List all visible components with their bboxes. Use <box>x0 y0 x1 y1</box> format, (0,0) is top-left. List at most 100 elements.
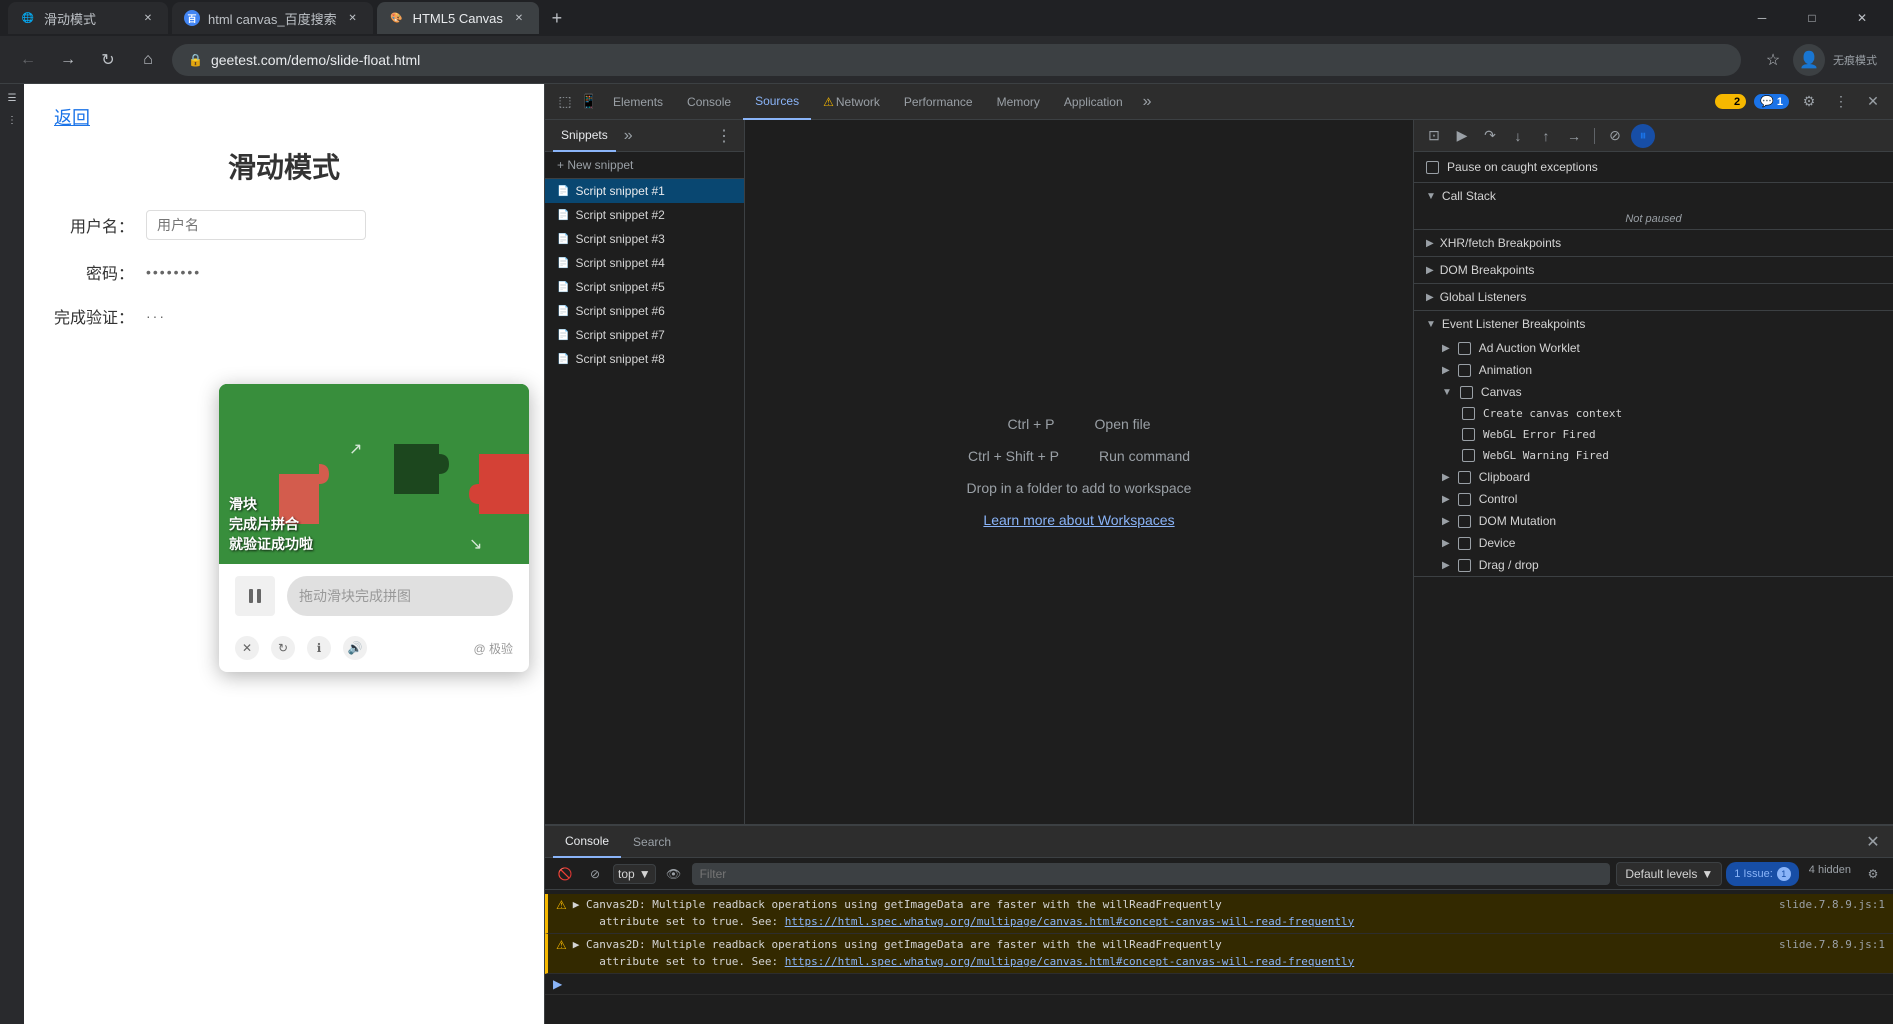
console-filter-input[interactable] <box>692 863 1611 885</box>
info-badge[interactable]: 💬 1 <box>1754 94 1789 109</box>
event-item-animation[interactable]: ▶ Animation <box>1414 359 1893 381</box>
captcha-widget[interactable]: ↗ ↘ 滑块 完成片拼合 就验证成功啦 <box>219 384 529 672</box>
global-header[interactable]: ▶ Global Listeners <box>1414 284 1893 310</box>
event-item-control[interactable]: ▶ Control <box>1414 488 1893 510</box>
tab1-close[interactable]: ✕ <box>140 10 156 26</box>
devtools-close-icon[interactable]: ✕ <box>1861 90 1885 114</box>
webgl-warning-checkbox[interactable] <box>1462 449 1475 462</box>
tab-memory[interactable]: Memory <box>985 84 1052 120</box>
console-close-button[interactable]: ✕ <box>1861 830 1885 854</box>
new-tab-button[interactable]: + <box>543 4 571 32</box>
create-canvas-checkbox[interactable] <box>1462 407 1475 420</box>
tab2-close[interactable]: ✕ <box>345 10 361 26</box>
console-msg-file-2[interactable]: slide.7.8.9.js:1 <box>1779 937 1885 954</box>
event-item-ad-auction[interactable]: ▶ Ad Auction Worklet <box>1414 337 1893 359</box>
devtools-more-icon[interactable]: ⋮ <box>1829 90 1853 114</box>
tab-sources[interactable]: Sources <box>743 84 811 120</box>
context-selector[interactable]: top ▼ <box>613 864 656 884</box>
bp-step-out[interactable]: ↑ <box>1534 124 1558 148</box>
sidebar-nav-icon[interactable]: ☰ <box>2 88 22 108</box>
console-tab-console[interactable]: Console <box>553 826 621 858</box>
tab-1[interactable]: 🌐 滑动模式 ✕ <box>8 2 168 34</box>
dom-mutation-checkbox[interactable] <box>1458 515 1471 528</box>
bp-expand-all[interactable]: ⊡ <box>1422 124 1446 148</box>
event-item-device[interactable]: ▶ Device <box>1414 532 1893 554</box>
address-input[interactable]: 🔒 geetest.com/demo/slide-float.html <box>172 44 1741 76</box>
devtools-more-tabs[interactable]: » <box>1135 93 1160 111</box>
snippet-item-8[interactable]: 📄 Script snippet #8 <box>545 347 744 371</box>
pause-exception-checkbox[interactable] <box>1426 161 1439 174</box>
console-tab-search[interactable]: Search <box>621 826 683 858</box>
event-item-create-canvas[interactable]: Create canvas context <box>1414 403 1893 424</box>
back-button[interactable]: ← <box>12 44 44 76</box>
hidden-count[interactable]: 4 hidden <box>1803 862 1857 886</box>
devtools-settings-icon[interactable]: ⚙ <box>1797 90 1821 114</box>
default-levels-selector[interactable]: Default levels ▼ <box>1616 862 1722 886</box>
snippet-item-1[interactable]: 📄 Script snippet #1 <box>545 179 744 203</box>
snippet-item-6[interactable]: 📄 Script snippet #6 <box>545 299 744 323</box>
bp-pause-active[interactable]: ⏸ <box>1631 124 1655 148</box>
event-item-drag-drop[interactable]: ▶ Drag / drop <box>1414 554 1893 576</box>
snippet-item-5[interactable]: 📄 Script snippet #5 <box>545 275 744 299</box>
profile-button[interactable]: 👤 <box>1793 44 1825 76</box>
maximize-button[interactable]: □ <box>1789 2 1835 34</box>
sources-sidebar-menu[interactable]: ⋮ <box>712 126 736 146</box>
sources-more-btn[interactable]: » <box>620 127 637 145</box>
console-clear-btn[interactable]: 🚫 <box>553 862 577 886</box>
webgl-error-checkbox[interactable] <box>1462 428 1475 441</box>
device-checkbox[interactable] <box>1458 537 1471 550</box>
tab-elements[interactable]: Elements <box>601 84 675 120</box>
home-button[interactable]: ⌂ <box>132 44 164 76</box>
snippets-tab[interactable]: Snippets <box>553 120 616 152</box>
snippet-item-4[interactable]: 📄 Script snippet #4 <box>545 251 744 275</box>
console-msg-link-1[interactable]: https://html.spec.whatwg.org/multipage/c… <box>785 915 1355 928</box>
tab-performance[interactable]: Performance <box>892 84 985 120</box>
close-button[interactable]: ✕ <box>1839 2 1885 34</box>
console-settings-btn[interactable]: ⚙ <box>1861 862 1885 886</box>
console-eye-btn[interactable]: 👁 <box>662 862 686 886</box>
learn-more-workspaces-link[interactable]: Learn more about Workspaces <box>983 512 1174 528</box>
issue-badge[interactable]: 1 Issue: 1 <box>1726 862 1799 886</box>
drag-drop-checkbox[interactable] <box>1458 559 1471 572</box>
snippet-item-7[interactable]: 📄 Script snippet #7 <box>545 323 744 347</box>
devtools-device-icon[interactable]: 📱 <box>577 90 601 114</box>
warning-badge[interactable]: ⚠ 2 <box>1715 94 1746 109</box>
console-filter-btn[interactable]: ⊘ <box>583 862 607 886</box>
console-expand-1[interactable]: ▶ <box>573 898 586 911</box>
xhr-header[interactable]: ▶ XHR/fetch Breakpoints <box>1414 230 1893 256</box>
call-stack-header[interactable]: ▼ Call Stack <box>1414 183 1893 209</box>
captcha-slider[interactable]: 拖动滑块完成拼图 <box>235 576 513 616</box>
event-header[interactable]: ▼ Event Listener Breakpoints <box>1414 311 1893 337</box>
devtools-inspect-icon[interactable]: ⬚ <box>553 90 577 114</box>
new-snippet-button[interactable]: + New snippet <box>545 152 744 179</box>
bp-step-into[interactable]: ↓ <box>1506 124 1530 148</box>
tab-console[interactable]: Console <box>675 84 743 120</box>
control-checkbox[interactable] <box>1458 493 1471 506</box>
reload-button[interactable]: ↻ <box>92 44 124 76</box>
console-expand-2[interactable]: ▶ <box>573 938 586 951</box>
canvas-checkbox[interactable] <box>1460 386 1473 399</box>
back-link[interactable]: 返回 <box>54 104 514 130</box>
tab-application[interactable]: Application <box>1052 84 1135 120</box>
bp-step[interactable]: → <box>1562 124 1586 148</box>
forward-button[interactable]: → <box>52 44 84 76</box>
event-item-webgl-error[interactable]: WebGL Error Fired <box>1414 424 1893 445</box>
animation-checkbox[interactable] <box>1458 364 1471 377</box>
tab-2[interactable]: 百 html canvas_百度搜索 ✕ <box>172 2 373 34</box>
slider-track[interactable]: 拖动滑块完成拼图 <box>287 576 513 616</box>
bookmark-button[interactable]: ☆ <box>1757 44 1789 76</box>
dom-header[interactable]: ▶ DOM Breakpoints <box>1414 257 1893 283</box>
snippet-item-2[interactable]: 📄 Script snippet #2 <box>545 203 744 227</box>
console-msg-file-1[interactable]: slide.7.8.9.js:1 <box>1779 897 1885 914</box>
ad-auction-checkbox[interactable] <box>1458 342 1471 355</box>
sidebar-drag-icon[interactable]: ⋮ <box>2 110 22 130</box>
event-item-canvas[interactable]: ▼ Canvas <box>1414 381 1893 403</box>
event-item-webgl-warning[interactable]: WebGL Warning Fired <box>1414 445 1893 466</box>
bp-step-over[interactable]: ↷ <box>1478 124 1502 148</box>
captcha-audio-icon[interactable]: 🔊 <box>343 636 367 660</box>
captcha-refresh-icon[interactable]: ↻ <box>271 636 295 660</box>
tab-network[interactable]: ⚠Network <box>811 84 892 120</box>
captcha-info-icon[interactable]: ℹ <box>307 636 331 660</box>
slider-pause-button[interactable] <box>235 576 275 616</box>
event-item-clipboard[interactable]: ▶ Clipboard <box>1414 466 1893 488</box>
